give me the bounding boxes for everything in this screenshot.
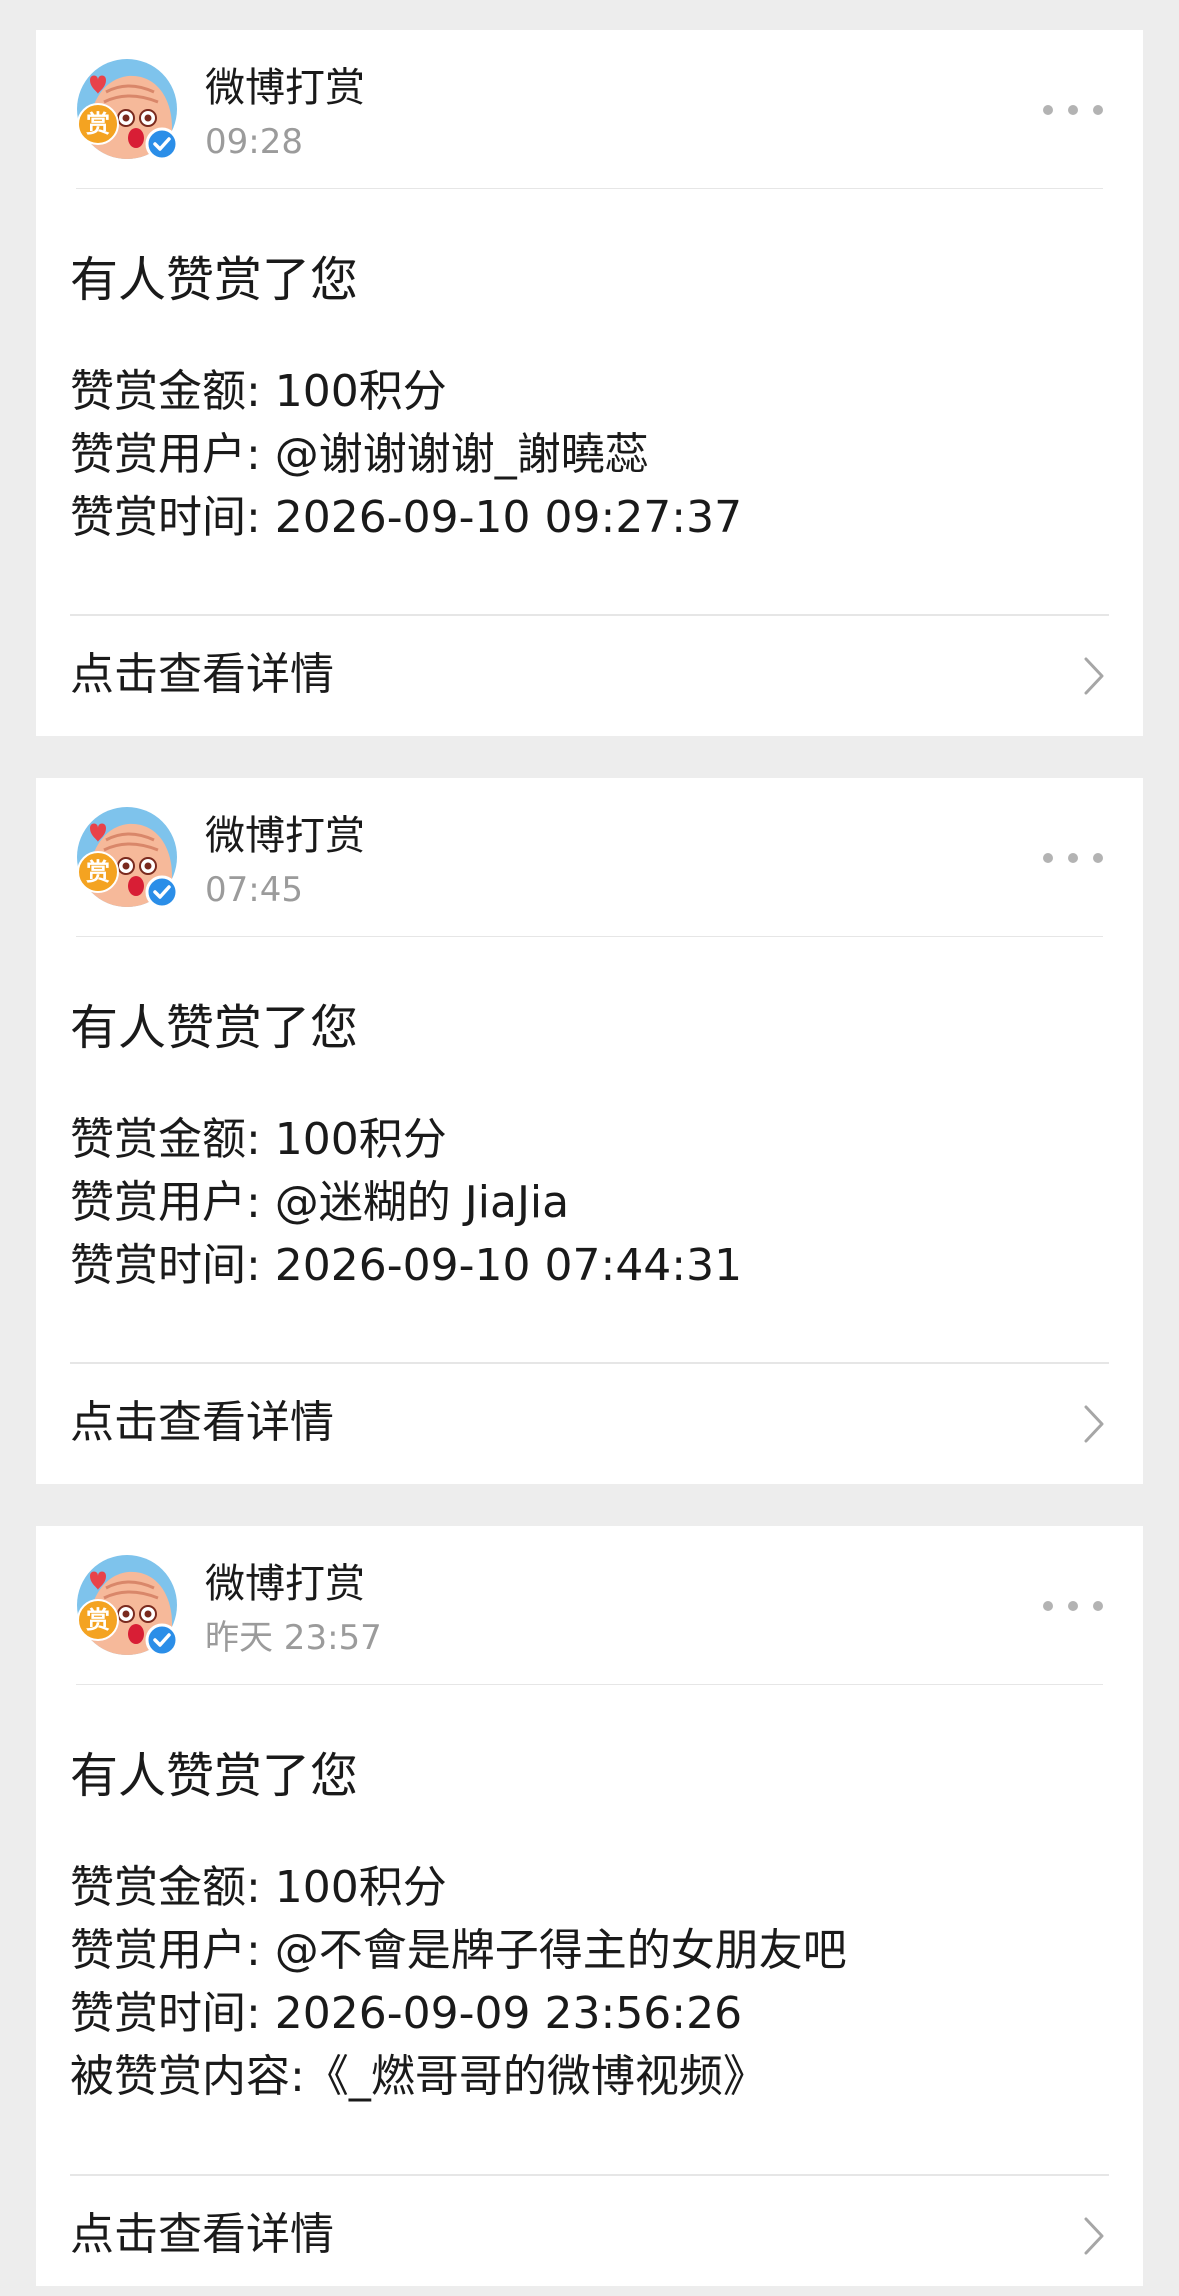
notification-card: 赏 微博打赏 07:45 有人赞赏了您 赞赏金额: 100积分 赞赏用户: @迷…	[36, 778, 1143, 1484]
chevron-right-icon	[1084, 657, 1104, 695]
message-time: 昨天 23:57	[205, 1618, 382, 1658]
more-dots-icon[interactable]	[1043, 98, 1103, 122]
message-time: 09:28	[205, 122, 303, 162]
detail-time: 赞赏时间: 2026-09-09 23:56:26	[70, 1988, 743, 2039]
notification-details: 赞赏金额: 100积分 赞赏用户: @不會是牌子得主的女朋友吧 赞赏时间: 20…	[70, 1856, 847, 2108]
sender-name[interactable]: 微博打赏	[205, 808, 365, 864]
more-dots-icon[interactable]	[1043, 1594, 1103, 1618]
view-details-label: 点击查看详情	[70, 649, 334, 700]
avatar-badge-text: 赏	[86, 858, 110, 886]
view-details-label: 点击查看详情	[70, 1397, 334, 1448]
view-details-button[interactable]: 点击查看详情	[36, 616, 1143, 736]
notification-details: 赞赏金额: 100积分 赞赏用户: @迷糊的 JiaJia 赞赏时间: 2026…	[70, 1108, 742, 1297]
detail-amount: 赞赏金额: 100积分	[70, 1114, 447, 1165]
card-header: 赏 微博打赏 昨天 23:57	[36, 1526, 1143, 1686]
header-divider	[76, 1684, 1103, 1685]
notification-card: 赏 微博打赏 昨天 23:57 有人赞赏了您 赞赏金额: 100积分 赞赏用户:…	[36, 1526, 1143, 2286]
sender-avatar[interactable]: 赏	[76, 806, 178, 908]
detail-amount: 赞赏金额: 100积分	[70, 366, 447, 417]
detail-time: 赞赏时间: 2026-09-10 07:44:31	[70, 1240, 743, 1291]
view-details-button[interactable]: 点击查看详情	[36, 2176, 1143, 2296]
sender-avatar[interactable]: 赏	[76, 58, 178, 160]
notification-details: 赞赏金额: 100积分 赞赏用户: @谢谢谢谢_謝曉蕊 赞赏时间: 2026-0…	[70, 360, 742, 549]
card-header: 赏 微博打赏 09:28	[36, 30, 1143, 190]
chevron-right-icon	[1084, 2217, 1104, 2255]
header-divider	[76, 936, 1103, 937]
header-divider	[76, 188, 1103, 189]
notification-headline: 有人赞赏了您	[70, 252, 359, 308]
more-dots-icon[interactable]	[1043, 846, 1103, 870]
sender-avatar[interactable]: 赏	[76, 1554, 178, 1656]
chevron-right-icon	[1084, 1405, 1104, 1443]
card-header: 赏 微博打赏 07:45	[36, 778, 1143, 938]
detail-time: 赞赏时间: 2026-09-10 09:27:37	[70, 492, 743, 543]
avatar-badge-text: 赏	[86, 110, 110, 138]
notification-headline: 有人赞赏了您	[70, 1000, 359, 1056]
notification-card: 赏 微博打赏 09:28 有人赞赏了您 赞赏金额: 100积分 赞赏用户: @谢…	[36, 30, 1143, 736]
sender-name[interactable]: 微博打赏	[205, 1556, 365, 1612]
detail-user[interactable]: 赞赏用户: @谢谢谢谢_謝曉蕊	[70, 423, 742, 486]
avatar-badge-text: 赏	[86, 1606, 110, 1634]
view-details-button[interactable]: 点击查看详情	[36, 1364, 1143, 1484]
detail-user[interactable]: 赞赏用户: @不會是牌子得主的女朋友吧	[70, 1919, 847, 1982]
message-time: 07:45	[205, 870, 303, 910]
detail-amount: 赞赏金额: 100积分	[70, 1862, 447, 1913]
detail-content[interactable]: 被赞赏内容:《_燃哥哥的微博视频》	[70, 2045, 847, 2108]
sender-name[interactable]: 微博打赏	[205, 60, 365, 116]
notification-headline: 有人赞赏了您	[70, 1748, 359, 1804]
view-details-label: 点击查看详情	[70, 2209, 334, 2260]
detail-user[interactable]: 赞赏用户: @迷糊的 JiaJia	[70, 1171, 742, 1234]
